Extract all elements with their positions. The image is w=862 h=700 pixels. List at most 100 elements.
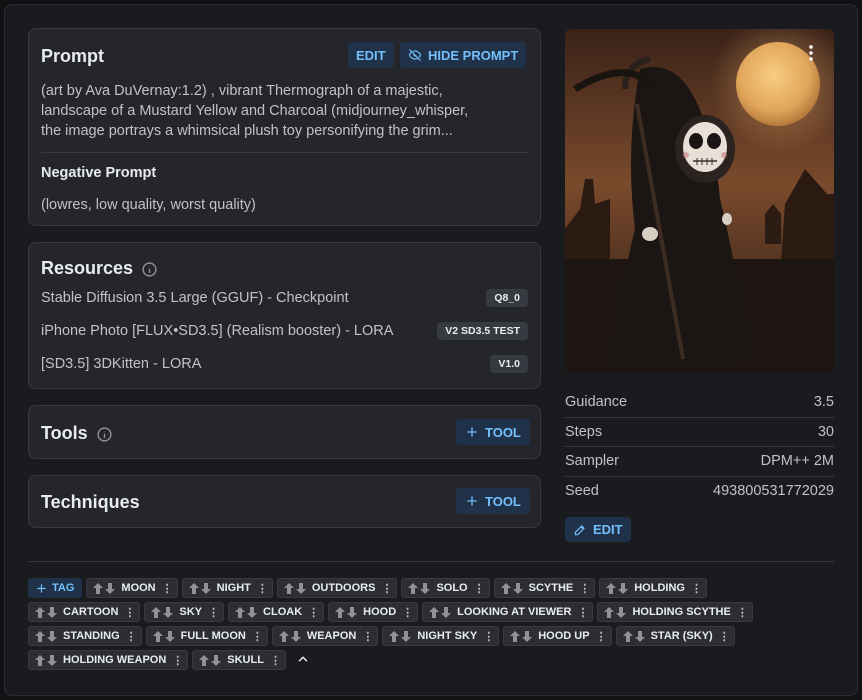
add-tag-button[interactable]: TAG — [28, 578, 83, 598]
tag-menu-icon[interactable]: ⋮ — [402, 606, 413, 619]
upvote-icon[interactable] — [429, 606, 440, 618]
generated-image[interactable] — [565, 29, 834, 373]
upvote-icon[interactable] — [622, 630, 633, 642]
tag-chip[interactable]: OUTDOORS ⋮ — [276, 578, 398, 598]
tag-vote-controls[interactable] — [145, 606, 179, 618]
tag-menu-icon[interactable]: ⋮ — [270, 654, 281, 667]
tag-label[interactable]: OUTDOORS — [312, 582, 376, 594]
add-technique-button[interactable]: TOOL — [456, 488, 530, 514]
tag-chip[interactable]: FULL MOON ⋮ — [145, 626, 268, 646]
downvote-icon[interactable] — [200, 582, 211, 594]
resource-name[interactable]: Stable Diffusion 3.5 Large (GGUF) - Chec… — [41, 290, 349, 306]
resource-name[interactable]: iPhone Photo [FLUX•SD3.5] (Realism boost… — [41, 323, 393, 339]
tag-label[interactable]: HOLDING — [634, 582, 685, 594]
tag-chip[interactable]: CARTOON ⋮ — [28, 602, 141, 622]
tag-label[interactable]: LOOKING AT VIEWER — [457, 606, 571, 618]
upvote-icon[interactable] — [188, 582, 199, 594]
upvote-icon[interactable] — [35, 606, 45, 618]
tag-label[interactable]: HOLDING SCYTHE — [632, 606, 730, 618]
tag-vote-controls[interactable] — [504, 630, 538, 642]
tag-menu-icon[interactable]: ⋮ — [474, 582, 485, 595]
upvote-icon[interactable] — [606, 582, 617, 594]
tag-menu-icon[interactable]: ⋮ — [381, 582, 392, 595]
tag-label[interactable]: CARTOON — [63, 606, 118, 618]
tag-vote-controls[interactable] — [600, 582, 634, 594]
tag-vote-controls[interactable] — [278, 582, 312, 594]
resource-row[interactable]: Stable Diffusion 3.5 Large (GGUF) - Chec… — [41, 286, 528, 310]
tag-chip[interactable]: NIGHT SKY ⋮ — [382, 626, 500, 646]
tag-menu-icon[interactable]: ⋮ — [483, 630, 494, 643]
tag-vote-controls[interactable] — [383, 630, 417, 642]
tag-label[interactable]: HOLDING WEAPON — [63, 654, 166, 666]
tag-chip[interactable]: CLOAK ⋮ — [228, 602, 325, 622]
image-menu-button[interactable] — [810, 37, 824, 65]
tag-menu-icon[interactable]: ⋮ — [737, 606, 748, 619]
tag-label[interactable]: NIGHT — [217, 582, 251, 594]
tag-label[interactable]: SOLO — [436, 582, 467, 594]
tag-chip[interactable]: STAR (SKY) ⋮ — [615, 626, 735, 646]
tag-chip[interactable]: HOOD UP ⋮ — [503, 626, 612, 646]
downvote-icon[interactable] — [420, 582, 431, 594]
tag-vote-controls[interactable] — [402, 582, 436, 594]
add-tool-button[interactable]: TOOL — [456, 419, 530, 445]
tag-chip[interactable]: MOON ⋮ — [86, 578, 178, 598]
upvote-icon[interactable] — [199, 654, 210, 666]
tag-chip[interactable]: HOLDING SCYTHE ⋮ — [597, 602, 753, 622]
upvote-icon[interactable] — [278, 630, 289, 642]
edit-prompt-button[interactable]: EDIT — [348, 42, 394, 68]
upvote-icon[interactable] — [35, 630, 45, 642]
tag-menu-icon[interactable]: ⋮ — [719, 630, 730, 643]
tag-chip[interactable]: SKY ⋮ — [144, 602, 225, 622]
tag-vote-controls[interactable] — [29, 606, 63, 618]
tag-label[interactable]: STAR (SKY) — [651, 630, 713, 642]
tag-label[interactable]: HOOD UP — [538, 630, 589, 642]
tag-menu-icon[interactable]: ⋮ — [577, 606, 588, 619]
tag-vote-controls[interactable] — [598, 606, 632, 618]
upvote-icon[interactable] — [500, 582, 511, 594]
tag-menu-icon[interactable]: ⋮ — [596, 630, 607, 643]
tag-chip[interactable]: STANDING ⋮ — [28, 626, 142, 646]
info-icon[interactable] — [96, 426, 113, 443]
tag-chip[interactable]: HOLDING ⋮ — [599, 578, 707, 598]
downvote-icon[interactable] — [441, 606, 452, 618]
tag-chip[interactable]: SKULL ⋮ — [192, 650, 286, 670]
edit-params-button[interactable]: EDIT — [565, 517, 631, 542]
tag-menu-icon[interactable]: ⋮ — [252, 630, 263, 643]
upvote-icon[interactable] — [510, 630, 521, 642]
downvote-icon[interactable] — [47, 606, 57, 618]
tag-vote-controls[interactable] — [29, 630, 63, 642]
tag-vote-controls[interactable] — [147, 630, 181, 642]
tag-vote-controls[interactable] — [87, 582, 121, 594]
tag-chip[interactable]: LOOKING AT VIEWER ⋮ — [422, 602, 594, 622]
tag-menu-icon[interactable]: ⋮ — [362, 630, 373, 643]
tag-menu-icon[interactable]: ⋮ — [257, 582, 268, 595]
tag-chip[interactable]: HOOD ⋮ — [328, 602, 419, 622]
tag-label[interactable]: NIGHT SKY — [417, 630, 477, 642]
upvote-icon[interactable] — [151, 606, 162, 618]
tag-vote-controls[interactable] — [423, 606, 457, 618]
resource-row[interactable]: [SD3.5] 3DKitten - LORA V1.0 — [41, 352, 528, 376]
tag-menu-icon[interactable]: ⋮ — [162, 582, 173, 595]
downvote-icon[interactable] — [295, 582, 306, 594]
info-icon[interactable] — [141, 261, 158, 278]
tag-label[interactable]: SKY — [179, 606, 202, 618]
tag-label[interactable]: STANDING — [63, 630, 120, 642]
upvote-icon[interactable] — [408, 582, 419, 594]
downvote-icon[interactable] — [247, 606, 258, 618]
tag-label[interactable]: MOON — [121, 582, 155, 594]
upvote-icon[interactable] — [335, 606, 346, 618]
downvote-icon[interactable] — [401, 630, 412, 642]
downvote-icon[interactable] — [634, 630, 645, 642]
tag-menu-icon[interactable]: ⋮ — [208, 606, 219, 619]
tag-label[interactable]: HOOD — [363, 606, 396, 618]
downvote-icon[interactable] — [522, 630, 533, 642]
tag-vote-controls[interactable] — [617, 630, 651, 642]
tag-vote-controls[interactable] — [495, 582, 529, 594]
hide-prompt-button[interactable]: HIDE PROMPT — [400, 42, 527, 68]
tag-menu-icon[interactable]: ⋮ — [691, 582, 702, 595]
upvote-icon[interactable] — [283, 582, 294, 594]
downvote-icon[interactable] — [347, 606, 358, 618]
tag-vote-controls[interactable] — [329, 606, 363, 618]
tag-chip[interactable]: NIGHT ⋮ — [181, 578, 273, 598]
tag-chip[interactable]: SOLO ⋮ — [401, 578, 490, 598]
